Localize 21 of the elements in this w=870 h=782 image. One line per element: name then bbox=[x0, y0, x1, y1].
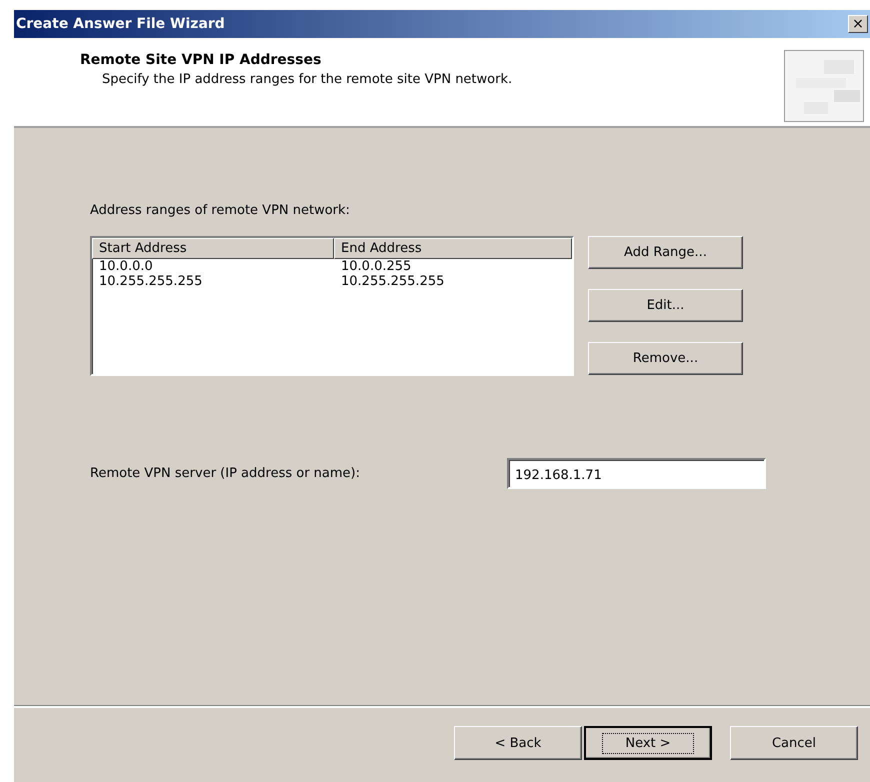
address-list[interactable]: Start Address End Address 10.0.0.0 10.0.0.255 10.255.255.255 10.255.255.255 bbox=[90, 236, 574, 376]
range-button[interactable]: Add Range... bbox=[588, 236, 743, 269]
range-button[interactable]: Remove... bbox=[588, 342, 743, 375]
table-cell-text: 10.0.0.255 bbox=[340, 259, 412, 274]
table-cell-text: 10.255.255.255 bbox=[98, 274, 204, 289]
server-label: Remote VPN server (IP address or name): bbox=[90, 466, 361, 481]
column-header[interactable]: Start Address bbox=[92, 238, 334, 259]
close-button[interactable]: × bbox=[848, 15, 868, 33]
page-description: Specify the IP address ranges for the remote site VPN network. bbox=[102, 72, 512, 87]
wizard-button[interactable]: Cancel bbox=[730, 726, 858, 760]
column-header[interactable]: End Address bbox=[334, 238, 572, 259]
ranges-label: Address ranges of remote VPN network: bbox=[90, 203, 351, 218]
server-field[interactable]: 192.168.1.71 bbox=[507, 458, 766, 489]
table-cell-text: 10.0.0.0 bbox=[98, 259, 154, 274]
page-title: Remote Site VPN IP Addresses bbox=[80, 52, 322, 68]
wizard-button[interactable]: Next > bbox=[584, 726, 712, 760]
window-title: Create Answer File Wizard bbox=[16, 16, 225, 32]
table-cell-text: 10.255.255.255 bbox=[340, 274, 446, 289]
range-button[interactable]: Edit... bbox=[588, 289, 743, 322]
wizard-graphic-icon bbox=[784, 50, 864, 122]
wizard-button[interactable]: < Back bbox=[454, 726, 582, 760]
